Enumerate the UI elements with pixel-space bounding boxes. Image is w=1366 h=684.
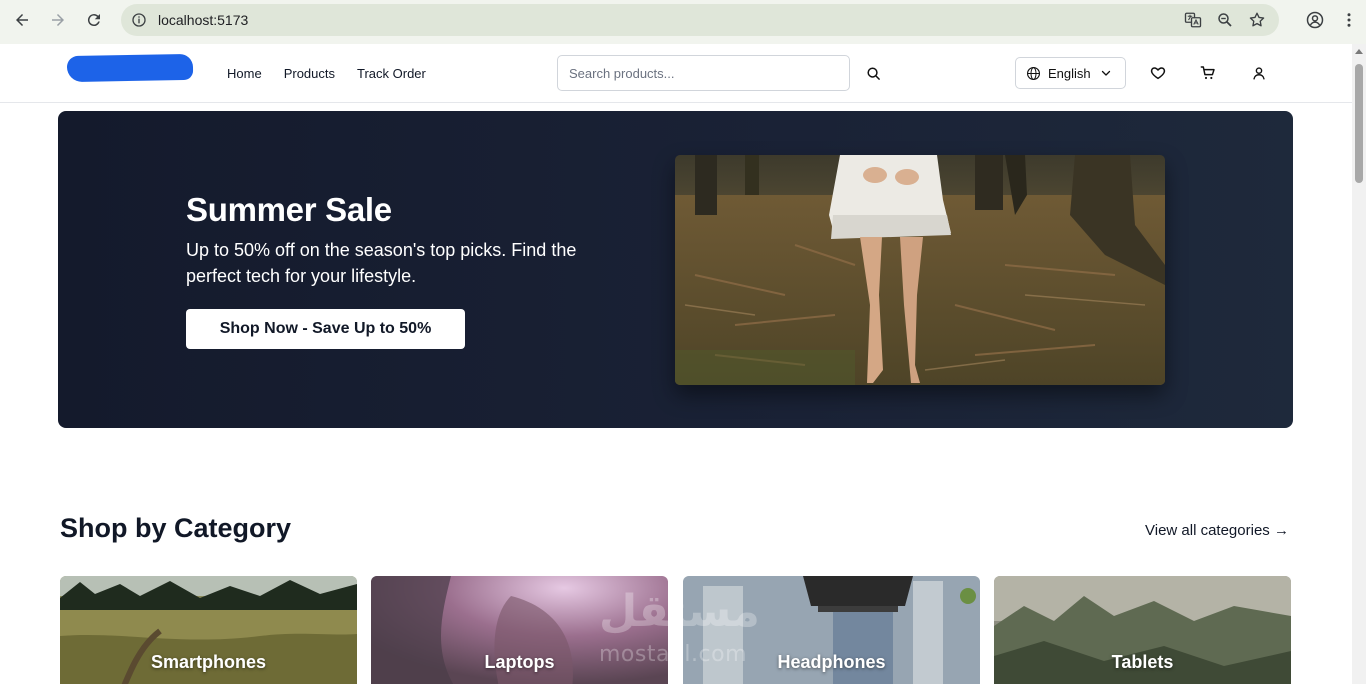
- category-label: Headphones: [777, 652, 886, 672]
- profile-icon[interactable]: [1298, 4, 1332, 36]
- scroll-up-arrow[interactable]: [1355, 49, 1363, 54]
- category-label: Laptops: [484, 652, 555, 672]
- category-card-tablets[interactable]: Tablets: [994, 576, 1291, 684]
- logo[interactable]: [66, 53, 194, 83]
- address-bar[interactable]: localhost:5173: [121, 4, 1279, 36]
- nav-home[interactable]: Home: [227, 66, 262, 81]
- language-label: English: [1048, 65, 1091, 81]
- account-user-icon[interactable]: [1248, 62, 1270, 84]
- category-label: Smartphones: [150, 652, 267, 672]
- menu-kebab-icon[interactable]: [1332, 4, 1366, 36]
- hero-image: [675, 155, 1165, 385]
- bookmark-star-icon[interactable]: [1243, 6, 1271, 34]
- nav-track-order[interactable]: Track Order: [357, 66, 426, 81]
- logo-redaction: [66, 53, 194, 83]
- main-nav: Home Products Track Order: [227, 44, 426, 102]
- shop-now-button[interactable]: Shop Now - Save Up to 50%: [186, 309, 465, 349]
- translate-icon[interactable]: [1179, 6, 1207, 34]
- category-card-smartphones[interactable]: Smartphones: [60, 576, 357, 684]
- category-card-headphones[interactable]: Headphones: [683, 576, 980, 684]
- scroll-thumb[interactable]: [1355, 64, 1363, 183]
- category-label: Tablets: [1111, 652, 1174, 672]
- search-box: [557, 55, 850, 91]
- view-all-categories-link[interactable]: View all categories →: [1145, 522, 1289, 539]
- hero-banner: Summer Sale Up to 50% off on the season'…: [58, 111, 1293, 428]
- site-header: Home Products Track Order English: [0, 44, 1352, 103]
- hero-subtitle: Up to 50% off on the season's top picks.…: [186, 240, 577, 286]
- wishlist-heart-icon[interactable]: [1147, 62, 1169, 84]
- site-info-icon[interactable]: [123, 4, 155, 36]
- reload-icon[interactable]: [78, 4, 110, 36]
- back-icon[interactable]: [6, 4, 38, 36]
- zoom-icon[interactable]: [1211, 6, 1239, 34]
- browser-toolbar: localhost:5173: [0, 0, 1366, 44]
- page-scrollbar[interactable]: [1352, 44, 1366, 684]
- search-icon[interactable]: [862, 62, 884, 84]
- chevron-down-icon: [1100, 67, 1112, 79]
- language-selector[interactable]: English: [1015, 57, 1126, 89]
- section-title: Shop by Category: [60, 513, 292, 543]
- nav-products[interactable]: Products: [284, 66, 335, 81]
- search-input[interactable]: [558, 56, 849, 90]
- hero-title: Summer Sale: [186, 191, 392, 228]
- cart-icon[interactable]: [1197, 62, 1219, 84]
- globe-icon: [1026, 66, 1041, 81]
- url-text: localhost:5173: [158, 12, 249, 28]
- forward-icon[interactable]: [42, 4, 74, 36]
- category-card-laptops[interactable]: Laptops: [371, 576, 668, 684]
